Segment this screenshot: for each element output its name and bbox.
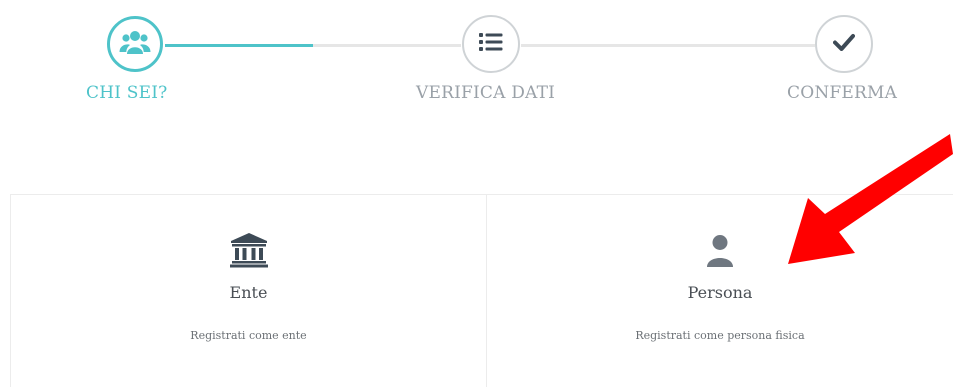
step-verifica-dati-button[interactable]: [462, 15, 520, 73]
step-label-chi-sei: CHI SEI?: [86, 83, 168, 103]
option-ente-title: Ente: [229, 283, 268, 302]
option-ente-description: Registrati come ente: [190, 329, 307, 342]
registration-type-options: Ente Registrati come ente Persona Regist…: [10, 194, 953, 387]
registration-stepper: CHI SEI? VERIFICA DATI CONFERMA: [0, 0, 953, 120]
step-connector-pending: [313, 44, 461, 47]
user-icon: [700, 228, 740, 268]
users-icon: [119, 28, 151, 60]
check-icon: [833, 33, 855, 55]
option-ente-card[interactable]: Ente Registrati come ente: [11, 195, 487, 387]
step-connector-pending-2: [521, 44, 815, 47]
step-connector-completed: [165, 44, 313, 47]
step-label-conferma: CONFERMA: [787, 83, 898, 103]
step-conferma-button[interactable]: [815, 15, 873, 73]
list-icon: [479, 32, 503, 56]
institution-icon: [229, 228, 269, 268]
step-label-verifica-dati: VERIFICA DATI: [416, 83, 556, 103]
option-persona-card[interactable]: Persona Registrati come persona fisica: [487, 195, 953, 387]
step-chi-sei-button[interactable]: [107, 16, 163, 72]
option-persona-title: Persona: [687, 283, 753, 302]
registration-page: CHI SEI? VERIFICA DATI CONFERMA Ente Reg…: [0, 0, 953, 387]
option-persona-description: Registrati come persona fisica: [635, 329, 805, 342]
